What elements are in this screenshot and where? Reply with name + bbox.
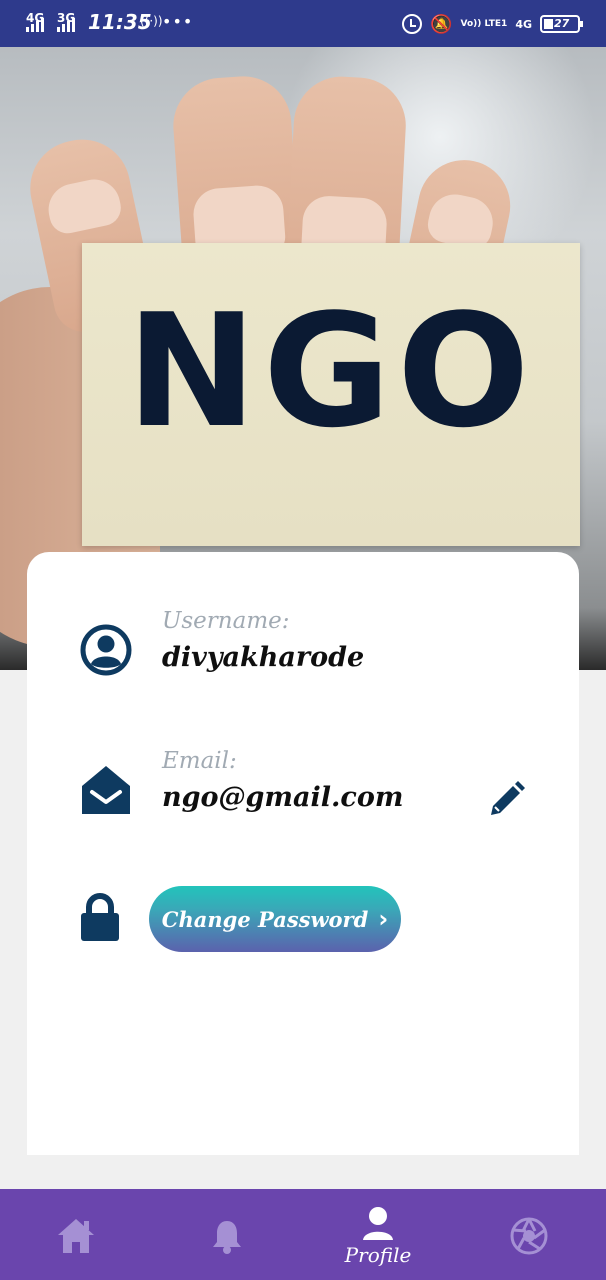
signal-icon xyxy=(57,16,77,32)
nav-aperture[interactable] xyxy=(479,1189,579,1280)
user-icon xyxy=(80,624,132,676)
alarm-icon xyxy=(402,14,423,34)
aperture-icon xyxy=(510,1217,548,1255)
nav-profile-label: Profile xyxy=(344,1243,412,1267)
battery-icon: 27 xyxy=(540,15,583,33)
email-label: Email: xyxy=(162,748,237,774)
profile-card: Username: divyakharode Email: ngo@gmail.… xyxy=(27,552,579,1155)
lock-icon xyxy=(81,893,119,941)
battery-level: 27 xyxy=(554,17,570,30)
more-notifications-icon: ••• xyxy=(162,12,194,31)
ngo-card-text: NGO xyxy=(126,280,536,462)
network-type-3: 4G xyxy=(515,17,532,31)
email-value: ngo@gmail.com xyxy=(162,782,404,813)
nav-profile[interactable]: Profile xyxy=(328,1189,428,1280)
signal-icon xyxy=(26,16,46,32)
username-value: divyakharode xyxy=(162,642,365,673)
profile-icon xyxy=(363,1207,393,1240)
home-icon xyxy=(58,1219,94,1253)
status-bar: 4G 3G 11:35 ((·)) ••• 🔕 Vo)) LTE1 4G 27 xyxy=(0,0,606,47)
nav-home[interactable] xyxy=(26,1189,126,1280)
hotspot-icon: ((·)) xyxy=(140,14,163,28)
change-password-label: Change Password xyxy=(161,906,369,932)
edit-pencil-icon[interactable] xyxy=(486,780,526,820)
nav-notifications[interactable] xyxy=(177,1189,277,1280)
volte-indicator: Vo)) LTE1 xyxy=(460,19,508,29)
envelope-open-icon xyxy=(82,766,130,814)
change-password-button[interactable]: Change Password › xyxy=(149,886,401,952)
bottom-navigation: Profile xyxy=(0,1189,606,1280)
chevron-right-icon: › xyxy=(378,905,389,933)
username-label: Username: xyxy=(162,608,290,634)
notifications-off-icon: 🔕 xyxy=(430,13,453,35)
bell-icon xyxy=(213,1221,241,1254)
ngo-card: NGO xyxy=(82,243,580,546)
